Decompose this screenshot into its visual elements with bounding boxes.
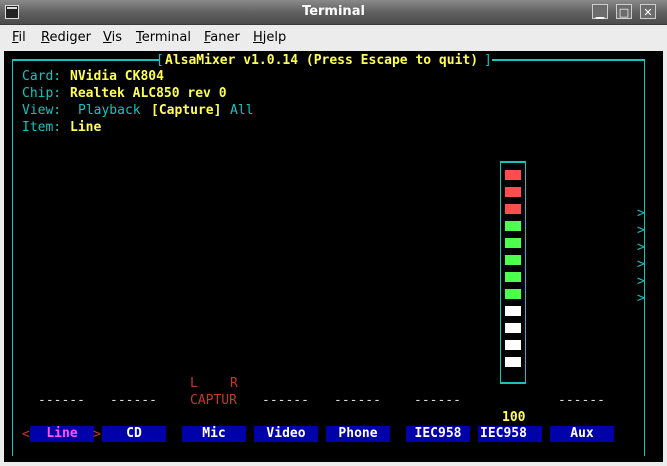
menu-bar: Fil Rediger Vis Terminal Faner Hjelp <box>0 25 667 49</box>
title-bracket-right: ] <box>484 53 492 68</box>
scroll-right-indicator: > <box>637 257 645 272</box>
menu-label: il <box>18 30 26 45</box>
meter-segment-fill <box>505 272 521 282</box>
minimize-icon: ▁ <box>595 6 605 19</box>
meter-segment <box>502 322 524 335</box>
frame-left <box>12 61 13 456</box>
terminal-screen[interactable]: [ AlsaMixer v1.0.14 (Press Escape to qui… <box>4 51 663 462</box>
channel-dashes: ------ <box>262 393 309 408</box>
frame-top-right <box>492 59 645 61</box>
capture-right-marker: R <box>230 376 238 391</box>
channel-iec958[interactable]: IEC958 <box>406 426 470 442</box>
channel-video[interactable]: Video <box>254 426 318 442</box>
channel-phone[interactable]: Phone <box>326 426 390 442</box>
scroll-right-indicator: > <box>637 291 645 306</box>
meter-segment-fill <box>505 255 521 265</box>
channel-mic[interactable]: Mic <box>182 426 246 442</box>
meter-side-left <box>500 163 501 382</box>
meter-segment-fill <box>505 357 521 367</box>
view-label: View: <box>22 103 62 118</box>
nav-left-arrow: < <box>22 427 30 442</box>
menu-mnemonic: H <box>253 30 263 45</box>
meter-segment-fill <box>505 340 521 350</box>
view-all: All <box>230 103 254 118</box>
channel-iec958-p[interactable]: IEC958 P <box>478 426 542 442</box>
maximize-icon: □ <box>618 6 630 19</box>
title-bar[interactable]: Terminal ▁ □ ✕ <box>0 0 667 25</box>
meter-segment <box>502 288 524 301</box>
meter-segment-fill <box>505 323 521 333</box>
menu-vis[interactable]: Vis <box>103 30 122 45</box>
menu-label: aner <box>210 30 240 45</box>
minimize-button[interactable]: ▁ <box>592 4 608 19</box>
meter-segment-fill <box>505 204 521 214</box>
chip-label: Chip: <box>22 86 62 101</box>
meter-cap-top <box>500 161 526 163</box>
close-icon: ✕ <box>643 6 653 19</box>
meter-side-right <box>525 163 526 382</box>
meter-segment <box>502 203 524 216</box>
meter-segment-fill <box>505 221 521 231</box>
meter-cap-bottom <box>500 382 526 384</box>
menu-faner[interactable]: Faner <box>204 30 240 45</box>
meter-segment <box>502 339 524 352</box>
channel-dashes: ------ <box>558 393 605 408</box>
menu-hjelp[interactable]: Hjelp <box>253 30 286 45</box>
close-button[interactable]: ✕ <box>640 4 656 19</box>
card-value: NVidia CK804 <box>70 69 164 84</box>
scroll-right-indicator: > <box>637 274 645 289</box>
maximize-button[interactable]: □ <box>616 4 632 19</box>
channel-cd[interactable]: CD <box>102 426 166 442</box>
menu-label: is <box>111 30 122 45</box>
menu-label: jelp <box>262 30 287 45</box>
meter-segment <box>502 237 524 250</box>
level-value: 100 <box>502 410 526 425</box>
view-capture: [Capture] <box>151 103 222 118</box>
meter-segment <box>502 356 524 369</box>
channel-aux[interactable]: Aux <box>550 426 614 442</box>
item-label: Item: <box>22 120 62 135</box>
channel-dashes: ------ <box>334 393 381 408</box>
view-playback: Playback <box>78 103 141 118</box>
meter-segment-fill <box>505 187 521 197</box>
menu-label: ediger <box>49 30 91 45</box>
menu-rediger[interactable]: Rediger <box>41 30 91 45</box>
meter-segment <box>502 305 524 318</box>
meter-segment <box>502 271 524 284</box>
channel-dashes: ------ <box>414 393 461 408</box>
terminal-window: Terminal ▁ □ ✕ Fil Rediger Vis Terminal … <box>0 0 667 466</box>
card-label: Card: <box>22 69 62 84</box>
meter-segment-fill <box>505 289 521 299</box>
scroll-right-indicator: > <box>637 240 645 255</box>
scroll-right-indicator: > <box>637 206 645 221</box>
frame-top-left <box>12 59 160 61</box>
meter-segment <box>502 169 524 182</box>
meter-segment-fill <box>505 306 521 316</box>
item-value: Line <box>70 120 102 135</box>
channel-line[interactable]: Line <box>30 426 94 442</box>
meter-segment-fill <box>505 238 521 248</box>
channel-dashes: ------ <box>110 393 157 408</box>
meter-segment <box>502 220 524 233</box>
meter-segment <box>502 186 524 199</box>
window-title: Terminal <box>302 4 365 19</box>
mixer-title: AlsaMixer v1.0.14 (Press Escape to quit) <box>165 53 479 68</box>
menu-terminal[interactable]: Terminal <box>136 30 191 45</box>
scroll-right-indicator: > <box>637 223 645 238</box>
meter-segment <box>502 254 524 267</box>
menu-label: erminal <box>141 30 191 45</box>
capture-left-marker: L <box>190 376 198 391</box>
nav-right-arrow: > <box>93 427 101 442</box>
capture-label: CAPTUR <box>190 393 237 408</box>
meter-segment-fill <box>505 170 521 180</box>
channel-dashes: ------ <box>38 393 85 408</box>
title-bracket-left: [ <box>156 53 164 68</box>
chip-value: Realtek ALC850 rev 0 <box>70 86 227 101</box>
menu-fil[interactable]: Fil <box>12 30 26 45</box>
menu-mnemonic: V <box>103 30 112 45</box>
